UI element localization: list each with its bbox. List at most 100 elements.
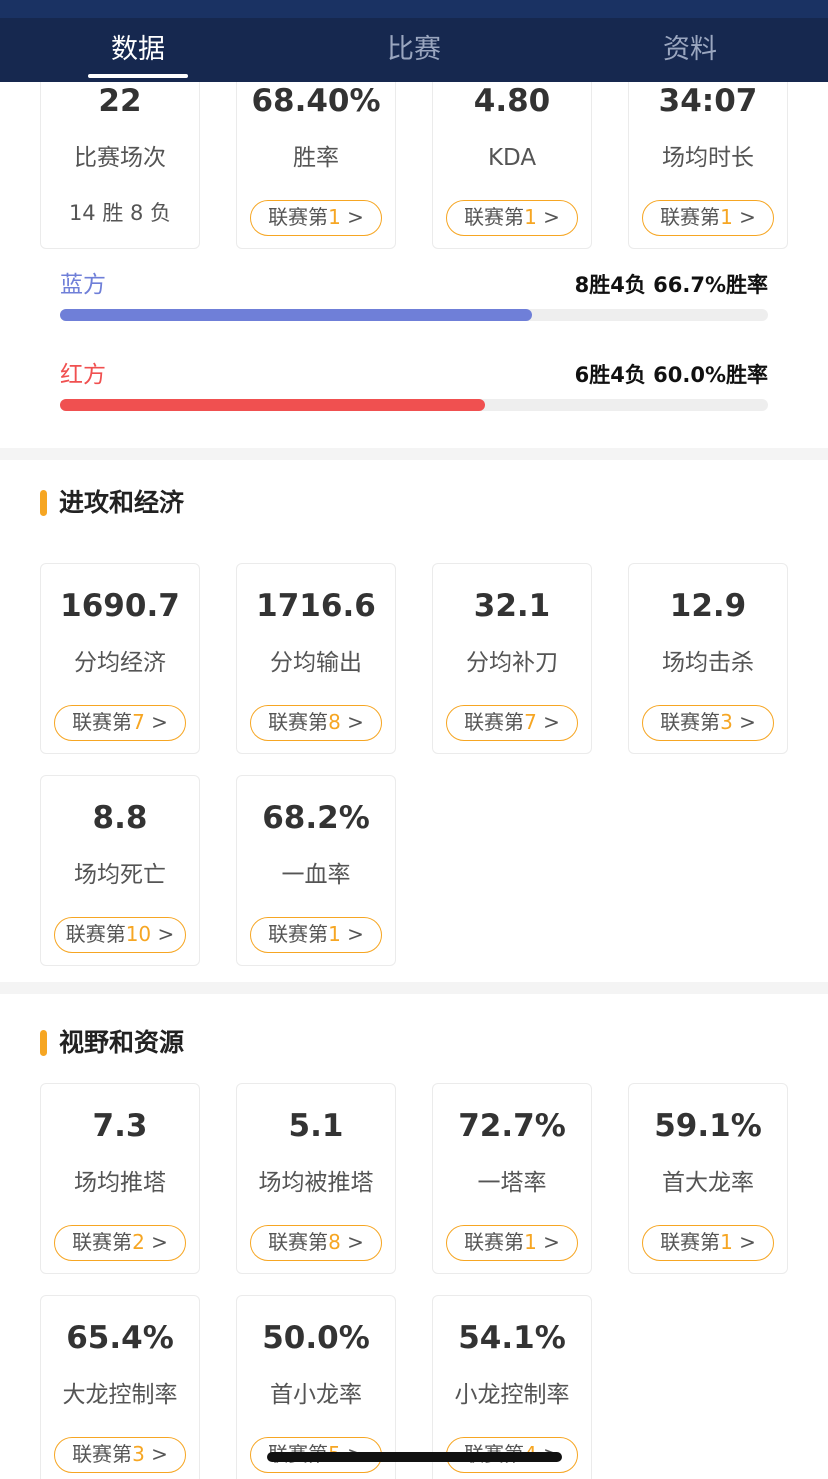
league-rank-button[interactable]: 联赛第1 > xyxy=(446,1225,578,1261)
stat-value: 54.1% xyxy=(458,1320,566,1356)
stat-label: 大龙控制率 xyxy=(62,1382,178,1408)
league-rank-button[interactable]: 联赛第1 > xyxy=(642,1225,774,1261)
stat-label: 比赛场次 xyxy=(74,145,166,171)
tab-profile[interactable]: 资料 xyxy=(552,18,828,82)
chevron-right-icon: > xyxy=(340,205,364,229)
stat-card: 5.1 场均被推塔联赛第8 > xyxy=(236,1083,396,1274)
stat-card-win-rate: 68.40% 胜率 联赛第1 > xyxy=(236,58,396,249)
league-rank-button[interactable]: 联赛第2 > xyxy=(54,1225,186,1261)
stat-value: 32.1 xyxy=(473,588,551,624)
rank-number: 1 xyxy=(328,922,341,946)
stat-value: 68.40% xyxy=(251,83,381,119)
stat-label: 场均击杀 xyxy=(662,650,754,676)
rank-number: 2 xyxy=(132,1230,145,1254)
stat-value: 72.7% xyxy=(458,1108,566,1144)
stat-card: 1690.7 分均经济 联赛第7 > xyxy=(40,563,200,754)
stat-value: 68.2% xyxy=(262,800,370,836)
rank-number: 1 xyxy=(720,205,733,229)
stat-card: 8.8 场均死亡联赛第10 > xyxy=(40,775,200,966)
chevron-right-icon: > xyxy=(144,1442,168,1466)
blue-side-bar-fill xyxy=(60,309,532,321)
stat-card: 72.7% 一塔率 联赛第1 > xyxy=(432,1083,592,1274)
stat-label: 场均死亡 xyxy=(74,862,166,888)
stat-label: 场均推塔 xyxy=(74,1170,166,1196)
stat-value: 8.8 xyxy=(92,800,148,836)
tab-data[interactable]: 数据 xyxy=(0,18,276,82)
stat-value: 59.1% xyxy=(654,1108,762,1144)
league-rank-button[interactable]: 联赛第1 > xyxy=(642,200,774,236)
stat-label: 分均输出 xyxy=(270,650,362,676)
league-rank-button[interactable]: 联赛第1 > xyxy=(446,200,578,236)
chevron-right-icon: > xyxy=(340,922,364,946)
chevron-right-icon: > xyxy=(144,710,168,734)
active-tab-indicator xyxy=(88,74,188,78)
red-side-stat: 6胜4负 60.0%胜率 xyxy=(574,363,768,387)
red-side-bar xyxy=(60,399,768,411)
stat-card: 65.4% 大龙控制率 联赛第3 > xyxy=(40,1295,200,1479)
rank-number: 1 xyxy=(328,205,341,229)
league-rank-button[interactable]: 联赛第1 > xyxy=(250,200,382,236)
stat-label: KDA xyxy=(487,145,537,171)
league-rank-button[interactable]: 联赛第8 > xyxy=(250,1225,382,1261)
stat-value: 12.9 xyxy=(669,588,747,624)
league-rank-button[interactable]: 联赛第3 > xyxy=(54,1437,186,1473)
stat-label: 分均经济 xyxy=(74,650,166,676)
chevron-right-icon: > xyxy=(536,205,560,229)
section-accent-bar xyxy=(40,490,47,516)
stat-label: 胜率 xyxy=(293,145,339,171)
chevron-right-icon: > xyxy=(732,1230,756,1254)
chevron-right-icon: > xyxy=(536,1230,560,1254)
stat-label: 一血率 xyxy=(281,862,351,888)
chevron-right-icon: > xyxy=(144,1230,168,1254)
chevron-right-icon: > xyxy=(340,710,364,734)
stat-card: 68.2% 一血率联赛第1 > xyxy=(236,775,396,966)
stat-label: 首大龙率 xyxy=(662,1170,754,1196)
league-rank-button[interactable]: 联赛第7 > xyxy=(446,705,578,741)
league-rank-button[interactable]: 联赛第10 > xyxy=(54,917,186,953)
stat-label: 分均补刀 xyxy=(466,650,558,676)
rank-number: 1 xyxy=(524,205,537,229)
chevron-right-icon: > xyxy=(151,922,175,946)
stat-card-matches: 22 比赛场次 14 胜 8 负 xyxy=(40,58,200,249)
stat-value: 50.0% xyxy=(262,1320,370,1356)
stat-card: 12.9 场均击杀联赛第3 > xyxy=(628,563,788,754)
stat-value: 34:07 xyxy=(658,83,758,119)
section-divider xyxy=(0,448,828,460)
blue-side-label: 蓝方 xyxy=(60,272,106,298)
chevron-right-icon: > xyxy=(536,710,560,734)
league-rank-button[interactable]: 联赛第7 > xyxy=(54,705,186,741)
home-indicator xyxy=(267,1452,562,1462)
section-accent-bar xyxy=(40,1030,47,1056)
stat-card-kda: 4.80 KDA 联赛第1 > xyxy=(432,58,592,249)
rank-number: 7 xyxy=(524,710,537,734)
rank-number: 1 xyxy=(524,1230,537,1254)
win-loss-record: 14 胜 8 负 xyxy=(68,201,172,225)
stat-label: 场均被推塔 xyxy=(258,1170,374,1196)
league-rank-button[interactable]: 联赛第8 > xyxy=(250,705,382,741)
rank-number: 1 xyxy=(720,1230,733,1254)
rank-number: 10 xyxy=(125,922,152,946)
rank-number: 3 xyxy=(132,1442,145,1466)
stat-card: 32.1 分均补刀联赛第7 > xyxy=(432,563,592,754)
rank-number: 8 xyxy=(328,1230,341,1254)
league-rank-button[interactable]: 联赛第3 > xyxy=(642,705,774,741)
red-side-bar-fill xyxy=(60,399,485,411)
stat-value: 22 xyxy=(98,83,142,119)
stat-value: 7.3 xyxy=(92,1108,148,1144)
stat-label: 场均时长 xyxy=(662,145,754,171)
stat-value: 5.1 xyxy=(288,1108,344,1144)
tab-matches[interactable]: 比赛 xyxy=(276,18,552,82)
chevron-right-icon: > xyxy=(732,710,756,734)
status-bar xyxy=(0,0,828,18)
stat-value: 4.80 xyxy=(473,83,551,119)
stat-label: 首小龙率 xyxy=(270,1382,362,1408)
rank-number: 3 xyxy=(720,710,733,734)
league-rank-button[interactable]: 联赛第1 > xyxy=(250,917,382,953)
section-divider xyxy=(0,982,828,994)
stat-card: 1716.6 分均输出 联赛第8 > xyxy=(236,563,396,754)
stat-label: 小龙控制率 xyxy=(454,1382,570,1408)
chevron-right-icon: > xyxy=(732,205,756,229)
stat-card: 59.1% 首大龙率联赛第1 > xyxy=(628,1083,788,1274)
blue-side-stat: 8胜4负 66.7%胜率 xyxy=(574,273,768,297)
blue-side-bar xyxy=(60,309,768,321)
